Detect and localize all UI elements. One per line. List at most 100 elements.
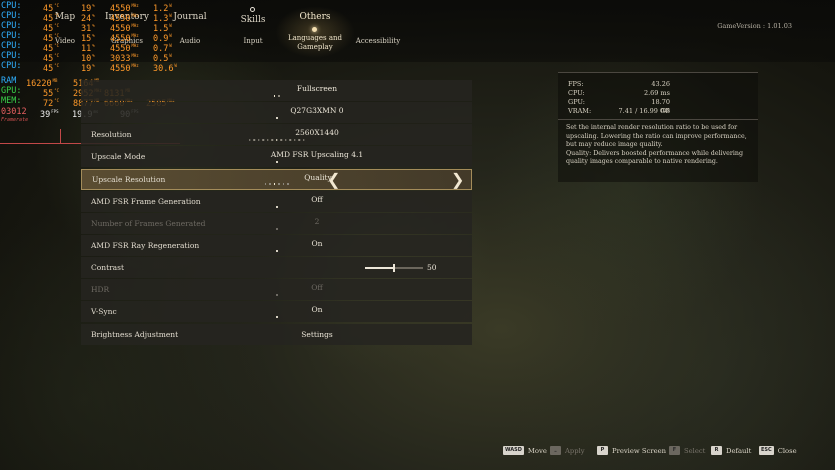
overlay-temp: 45°C (43, 63, 60, 74)
overlay-label: CPU: (1, 1, 22, 11)
setting-row-fsr-frame-generation[interactable]: AMD FSR Frame Generation Off (81, 191, 472, 212)
overlay-fps1: 39FPS (40, 109, 59, 120)
subtab-accessibility[interactable]: Accessibility (343, 37, 413, 46)
setting-label: V-Sync (91, 307, 117, 316)
active-tab-indicator (312, 27, 317, 32)
setting-value: 2560X1440 (295, 128, 339, 137)
hint-label: Move (527, 446, 547, 455)
description-quality: Quality: Delivers boosted performance wh… (566, 149, 743, 166)
option-indicator (275, 117, 278, 119)
option-indicator (275, 228, 278, 230)
overlay-label: CPU: (1, 61, 22, 71)
slider-fill (365, 267, 394, 269)
setting-value: On (311, 305, 323, 314)
hint-default[interactable]: R Default (711, 445, 751, 456)
setting-row-upscale-resolution[interactable]: Upscale Resolution ❮ Quality ❯ (81, 169, 472, 190)
setting-description: Set the internal render resolution ratio… (566, 124, 751, 167)
setting-label: AMD FSR Ray Regeneration (91, 241, 200, 250)
setting-value: Q27G3XMN 0 (290, 106, 344, 115)
metric-value: 43.26 (651, 80, 670, 88)
setting-label: Upscale Resolution (92, 175, 166, 184)
option-indicator (275, 316, 278, 318)
setting-label: HDR (91, 285, 110, 294)
spacebar-key-icon: ⎵ (550, 446, 561, 455)
metric-value: 7.41 / 16.99 GB (618, 107, 670, 115)
p-key-icon: P (597, 446, 608, 455)
overlay-power: 30.6W (153, 63, 177, 74)
setting-value: Quality (304, 173, 332, 182)
overlay-label: MEM: (1, 96, 22, 106)
skills-notification-icon (250, 7, 255, 12)
option-indicator (248, 139, 305, 141)
overlay-graph-spike (60, 129, 61, 143)
metric-label: FPS: (568, 80, 584, 88)
metric-label: VRAM: (568, 107, 592, 115)
esc-key-icon: ESC (759, 446, 774, 455)
overlay-clock: 4550MHz (110, 63, 139, 74)
setting-value: On (311, 239, 323, 248)
option-indicator (273, 95, 280, 97)
arrow-right-icon[interactable]: ❯ (451, 170, 464, 189)
info-divider (558, 72, 758, 73)
description-text: Set the internal render resolution ratio… (566, 124, 747, 149)
setting-label: AMD FSR Frame Generation (91, 197, 201, 206)
setting-row-vsync[interactable]: V-Sync On (81, 301, 472, 322)
setting-value: 2 (314, 217, 320, 226)
wasd-key-icon: WASD (503, 446, 524, 455)
hint-label: Apply (565, 446, 585, 455)
setting-row-frames-generated: Number of Frames Generated 2 (81, 213, 472, 234)
hint-close[interactable]: ESC Close (759, 445, 797, 456)
metric-label: CPU: (568, 89, 585, 97)
contrast-slider[interactable] (365, 264, 423, 272)
setting-row-brightness[interactable]: Brightness Adjustment Settings (81, 324, 472, 345)
setting-label: Resolution (91, 130, 132, 139)
setting-label: Contrast (91, 263, 125, 272)
contrast-value: 50 (427, 263, 437, 272)
hint-label: Preview Screen (612, 446, 666, 455)
info-divider (558, 119, 758, 120)
overlay-label: CPU: (1, 51, 22, 61)
subtab-input[interactable]: Input (218, 37, 288, 46)
hint-preview-screen[interactable]: P Preview Screen (597, 445, 666, 456)
setting-label: Upscale Mode (91, 152, 146, 161)
overlay-framerate-label: Framerate (1, 117, 29, 123)
overlay-frame-id: 03012 (1, 107, 27, 117)
f-key-icon: F (669, 446, 680, 455)
setting-row-contrast[interactable]: Contrast 50 (81, 257, 472, 278)
hint-label: Select (684, 446, 706, 455)
overlay-label: GPU: (1, 86, 22, 96)
brightness-settings-button[interactable]: Settings (247, 330, 387, 339)
overlay-label: CPU: (1, 31, 22, 41)
hint-move[interactable]: WASD Move (503, 445, 547, 456)
subtab-languages-gameplay[interactable]: Languages and Gameplay (280, 34, 350, 52)
setting-label: Brightness Adjustment (91, 330, 179, 339)
hint-label: Close (777, 446, 797, 455)
setting-row-resolution[interactable]: Resolution 2560X1440 (81, 124, 472, 145)
slider-thumb[interactable] (393, 264, 395, 272)
game-version: GameVersion : 1.01.03 (717, 22, 792, 30)
option-indicator (264, 183, 289, 185)
option-indicator (275, 161, 278, 163)
setting-value: Fullscreen (296, 84, 338, 93)
setting-row-display-mode[interactable]: Fullscreen (81, 80, 472, 101)
overlay-label: CPU: (1, 21, 22, 31)
metric-value: 2.69 ms (643, 89, 670, 97)
option-indicator (275, 206, 278, 208)
setting-row-upscale-mode[interactable]: Upscale Mode AMD FSR Upscaling 4.1 (81, 146, 472, 167)
overlay-label: CPU: (1, 41, 22, 51)
hint-label: Default (726, 446, 752, 455)
setting-row-monitor[interactable]: Q27G3XMN 0 (81, 102, 472, 123)
r-key-icon: R (711, 446, 722, 455)
setting-row-hdr: HDR Off (81, 279, 472, 300)
option-indicator (275, 250, 278, 252)
overlay-load: 19% (81, 63, 95, 74)
hint-select[interactable]: F Select (669, 445, 705, 456)
metric-label: GPU: (568, 98, 585, 106)
hint-apply[interactable]: ⎵ Apply (550, 445, 585, 456)
tab-others[interactable]: Others (280, 12, 350, 22)
setting-row-fsr-ray-regeneration[interactable]: AMD FSR Ray Regeneration On (81, 235, 472, 256)
setting-value: Off (311, 283, 323, 292)
option-indicator (275, 294, 278, 296)
tab-skills[interactable]: Skills (218, 15, 288, 25)
overlay-label: RAM (1, 76, 17, 86)
